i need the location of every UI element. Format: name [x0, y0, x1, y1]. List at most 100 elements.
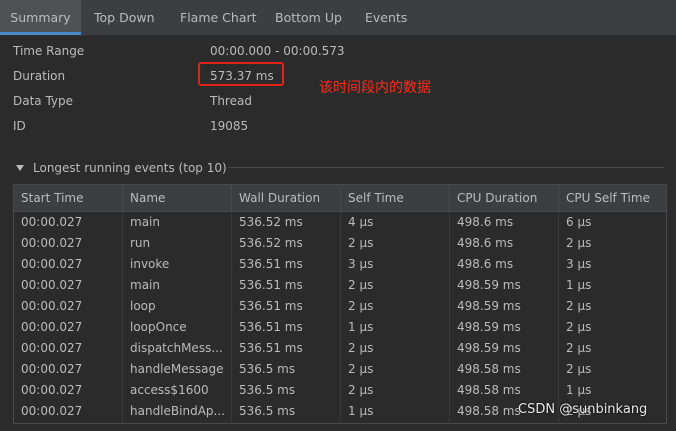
cell-name: invoke — [123, 254, 232, 275]
section-divider — [228, 167, 664, 168]
table-row[interactable]: 00:00.027 loop 536.51 ms 2 μs 498.59 ms … — [14, 296, 666, 317]
tab-summary[interactable]: Summary — [0, 0, 81, 35]
table-row[interactable]: 00:00.027 main 536.52 ms 4 μs 498.6 ms 6… — [14, 212, 666, 233]
cell-start-time: 00:00.027 — [14, 317, 123, 338]
data-type-value: Thread — [210, 94, 252, 108]
triangle-down-icon[interactable] — [16, 165, 24, 171]
cell-name: loopOnce — [123, 317, 232, 338]
cell-cpu-self-time: 2 μs — [566, 320, 592, 334]
id-label: ID — [13, 119, 26, 133]
tab-flame-chart[interactable]: Flame Chart — [180, 0, 257, 35]
cell-wall-duration: 536.51 ms — [232, 275, 341, 296]
cell-cpu-duration: 498.6 ms — [450, 212, 559, 233]
cell-self-time: 2 μs — [341, 380, 450, 401]
cell-self-time: 3 μs — [341, 254, 450, 275]
cell-wall-duration: 536.51 ms — [232, 296, 341, 317]
tab-label: Top Down — [94, 10, 155, 25]
cell-start-time: 00:00.027 — [14, 275, 123, 296]
cell-name: dispatchMess... — [123, 338, 232, 359]
table-row[interactable]: 00:00.027 invoke 536.51 ms 3 μs 498.6 ms… — [14, 254, 666, 275]
cell-self-time: 1 μs — [341, 401, 450, 422]
cell-self-time: 2 μs — [341, 296, 450, 317]
cell-cpu-duration: 498.59 ms — [450, 275, 559, 296]
cell-cpu-self-time: 1 μs — [566, 278, 592, 292]
cell-wall-duration: 536.5 ms — [232, 380, 341, 401]
time-range-value: 00:00.000 - 00:00.573 — [210, 44, 345, 58]
cell-start-time: 00:00.027 — [14, 296, 123, 317]
time-range-label: Time Range — [13, 44, 85, 58]
data-type-label: Data Type — [13, 94, 74, 108]
cell-start-time: 00:00.027 — [14, 359, 123, 380]
cell-start-time: 00:00.027 — [14, 401, 123, 422]
tab-bar: Summary Top Down Flame Chart Bottom Up E… — [0, 0, 676, 36]
cell-wall-duration: 536.51 ms — [232, 317, 341, 338]
cell-name: handleBindAp... — [123, 401, 232, 422]
cell-self-time: 2 μs — [341, 338, 450, 359]
cell-cpu-self-time: 2 μs — [566, 236, 592, 250]
table-header: Start Time Name Wall Duration Self Time … — [14, 185, 666, 212]
column-header-start-time[interactable]: Start Time — [14, 185, 123, 211]
cell-name: run — [123, 233, 232, 254]
tab-events[interactable]: Events — [365, 0, 407, 35]
table-row[interactable]: 00:00.027 handleMessage 536.5 ms 2 μs 49… — [14, 359, 666, 380]
cell-name: loop — [123, 296, 232, 317]
column-header-cpu-self-time[interactable]: CPU Self Time — [559, 185, 666, 211]
id-value: 19085 — [210, 119, 249, 133]
cell-self-time: 1 μs — [341, 317, 450, 338]
table-row[interactable]: 00:00.027 access$1600 536.5 ms 2 μs 498.… — [14, 380, 666, 401]
cell-cpu-duration: 498.59 ms — [450, 296, 559, 317]
cell-cpu-self-time: 2 μs — [566, 362, 592, 376]
cell-wall-duration: 536.5 ms — [232, 401, 341, 422]
cell-self-time: 2 μs — [341, 233, 450, 254]
cell-cpu-self-time: 2 μs — [566, 299, 592, 313]
section-title: Longest running events (top 10) — [33, 161, 227, 175]
cell-name: handleMessage — [123, 359, 232, 380]
table-row[interactable]: 00:00.027 loopOnce 536.51 ms 1 μs 498.59… — [14, 317, 666, 338]
tab-label: Flame Chart — [180, 10, 257, 25]
column-header-name[interactable]: Name — [123, 185, 232, 211]
cell-name: main — [123, 275, 232, 296]
cell-cpu-duration: 498.59 ms — [450, 317, 559, 338]
cell-cpu-duration: 498.6 ms — [450, 233, 559, 254]
cell-wall-duration: 536.5 ms — [232, 359, 341, 380]
tab-top-down[interactable]: Top Down — [94, 0, 155, 35]
table-row[interactable]: 00:00.027 run 536.52 ms 2 μs 498.6 ms 2 … — [14, 233, 666, 254]
cell-wall-duration: 536.52 ms — [232, 212, 341, 233]
duration-label: Duration — [13, 69, 66, 83]
watermark: CSDN @sunbinkang — [518, 402, 648, 417]
column-header-wall-duration[interactable]: Wall Duration — [232, 185, 341, 211]
tab-label: Events — [365, 10, 408, 25]
cell-cpu-self-time: 3 μs — [566, 257, 592, 271]
tab-label: Bottom Up — [275, 10, 342, 25]
cell-start-time: 00:00.027 — [14, 380, 123, 401]
cell-start-time: 00:00.027 — [14, 212, 123, 233]
annotation-text: 该时间段内的数据 — [319, 80, 431, 96]
cell-self-time: 4 μs — [341, 212, 450, 233]
duration-highlight-box — [198, 62, 284, 86]
tab-bottom-up[interactable]: Bottom Up — [275, 0, 342, 35]
cell-wall-duration: 536.52 ms — [232, 233, 341, 254]
cell-cpu-self-time: 6 μs — [566, 215, 592, 229]
events-table: Start Time Name Wall Duration Self Time … — [13, 184, 667, 424]
cell-cpu-duration: 498.6 ms — [450, 254, 559, 275]
cell-wall-duration: 536.51 ms — [232, 254, 341, 275]
cell-start-time: 00:00.027 — [14, 254, 123, 275]
column-header-self-time[interactable]: Self Time — [341, 185, 450, 211]
tab-label: Summary — [10, 10, 71, 25]
column-header-cpu-duration[interactable]: CPU Duration — [450, 185, 559, 211]
cell-cpu-duration: 498.58 ms — [450, 380, 559, 401]
cell-cpu-duration: 498.59 ms — [450, 338, 559, 359]
cell-wall-duration: 536.51 ms — [232, 338, 341, 359]
cell-name: main — [123, 212, 232, 233]
cell-start-time: 00:00.027 — [14, 338, 123, 359]
cell-self-time: 2 μs — [341, 275, 450, 296]
cell-start-time: 00:00.027 — [14, 233, 123, 254]
cell-cpu-duration: 498.58 ms — [450, 359, 559, 380]
cell-name: access$1600 — [123, 380, 232, 401]
table-row[interactable]: 00:00.027 dispatchMess... 536.51 ms 2 μs… — [14, 338, 666, 359]
table-body: 00:00.027 main 536.52 ms 4 μs 498.6 ms 6… — [14, 212, 666, 422]
table-row[interactable]: 00:00.027 main 536.51 ms 2 μs 498.59 ms … — [14, 275, 666, 296]
cell-cpu-self-time: 2 μs — [566, 341, 592, 355]
cell-cpu-self-time: 1 μs — [566, 383, 592, 397]
cell-self-time: 2 μs — [341, 359, 450, 380]
